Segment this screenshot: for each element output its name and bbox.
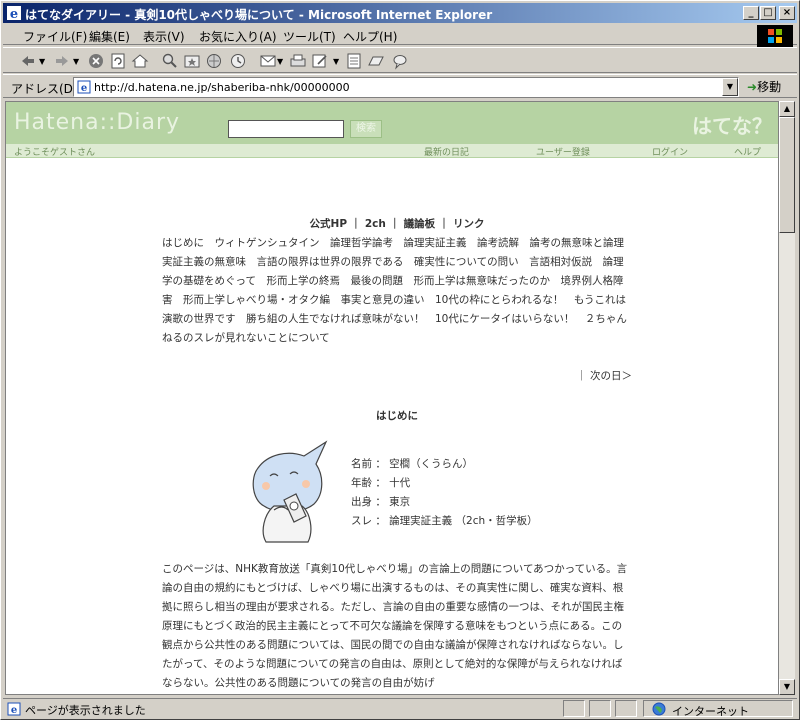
search-icon[interactable] <box>161 52 179 70</box>
window-title: はてなダイアリー - 真剣10代しゃべり場について - Microsoft In… <box>25 8 493 22</box>
welcome-text: ようこそゲストさん <box>14 148 96 158</box>
status-bar: e ページが表示されました インターネット <box>3 698 797 718</box>
page-icon: e <box>77 80 91 94</box>
home-icon[interactable] <box>131 52 149 70</box>
index-links[interactable]: 公式HP ｜ 2ch ｜ 議論板 ｜ リンク <box>162 216 632 231</box>
scroll-thumb[interactable] <box>779 117 795 233</box>
svg-text:e: e <box>10 7 18 21</box>
zone-panel: インターネット <box>643 700 793 718</box>
scroll-up-icon[interactable]: ▲ <box>779 101 795 117</box>
hatena-search-button[interactable]: 検索 <box>350 120 382 138</box>
menu-tools[interactable]: ツール(T) <box>283 28 336 45</box>
edit-icon[interactable] <box>311 52 329 70</box>
nav-latest-diary[interactable]: 最新の日記 <box>424 145 469 158</box>
menu-file[interactable]: ファイル(F) <box>23 28 87 45</box>
page-content: Hatena::Diary 検索 はてな？ ようこそゲストさん 最新の日記 ユー… <box>5 101 779 695</box>
media-icon[interactable] <box>205 52 223 70</box>
address-label: アドレス(D) <box>11 82 78 96</box>
go-button[interactable]: ➜移動 <box>747 78 781 95</box>
mail-icon[interactable] <box>259 52 277 70</box>
nav-user-register[interactable]: ユーザー登録 <box>536 145 590 158</box>
stop-icon[interactable] <box>87 52 105 70</box>
title-bar: e はてなダイアリー - 真剣10代しゃべり場について - Microsoft … <box>3 3 797 23</box>
nav-help[interactable]: ヘルプ <box>734 145 761 158</box>
profile-age: 年齢 ： 十代 <box>351 477 411 489</box>
status-panel-2 <box>589 700 611 717</box>
discuss-icon[interactable] <box>345 52 363 70</box>
messenger-icon[interactable] <box>391 52 409 70</box>
favorites-icon[interactable] <box>183 52 201 70</box>
hatena-logo-right[interactable]: はてな？ <box>692 110 772 139</box>
address-dropdown-icon[interactable]: ▼ <box>722 78 738 96</box>
toolbar: ▼ ▼ ▼ ▼ <box>3 47 797 73</box>
character-illustration <box>252 440 328 543</box>
status-text: ページが表示されました <box>25 704 146 717</box>
go-arrow-icon: ➜ <box>747 80 758 94</box>
address-url: http://d.hatena.ne.jp/shaberiba-nhk/0000… <box>94 81 350 94</box>
windows-logo <box>757 25 793 47</box>
close-button[interactable]: × <box>779 6 795 20</box>
nav-login[interactable]: ログイン <box>652 145 688 158</box>
scroll-down-icon[interactable]: ▼ <box>779 679 795 695</box>
topic-links[interactable]: はじめに ウィトゲンシュタイン 論理哲学論考 論理実証主義 論考読解 論考の無意… <box>162 234 632 348</box>
hatena-search-input[interactable] <box>228 120 344 138</box>
forward-icon[interactable] <box>53 52 71 70</box>
globe-icon <box>652 702 666 716</box>
profile-origin: 出身 ： 東京 <box>351 496 411 508</box>
svg-text:e: e <box>11 705 17 716</box>
menu-view[interactable]: 表示(V) <box>143 28 185 45</box>
status-panel-3 <box>615 700 637 717</box>
history-icon[interactable] <box>229 52 247 70</box>
hatena-diary-logo[interactable]: Hatena::Diary <box>14 110 180 135</box>
hatena-header: Hatena::Diary 検索 はてな？ <box>6 102 778 144</box>
address-bar: アドレス(D) e http://d.hatena.ne.jp/shaberib… <box>3 74 797 98</box>
ie-icon: e <box>7 6 21 21</box>
address-input[interactable]: e http://d.hatena.ne.jp/shaberiba-nhk/00… <box>73 77 739 97</box>
section-title: はじめに <box>376 410 418 422</box>
research-icon[interactable] <box>367 52 385 70</box>
windows-flag-icon <box>768 29 782 43</box>
zone-text: インターネット <box>672 705 749 718</box>
profile-name: 名前 ： 空櫚（くうらん） <box>351 458 473 470</box>
maximize-button[interactable]: □ <box>760 6 776 20</box>
svg-text:e: e <box>81 83 87 94</box>
page-done-icon: e <box>7 702 21 716</box>
print-icon[interactable] <box>289 52 307 70</box>
intro-paragraph: このページは、NHK教育放送「真剣10代しゃべり場」の言論上の問題についてあつか… <box>162 563 628 689</box>
hatena-nav: ようこそゲストさん 最新の日記 ユーザー登録 ログイン ヘルプ <box>6 144 778 158</box>
vertical-scrollbar[interactable]: ▲ ▼ <box>779 101 795 695</box>
menu-help[interactable]: ヘルプ(H) <box>343 28 397 45</box>
menu-favorites[interactable]: お気に入り(A) <box>199 28 277 45</box>
refresh-icon[interactable] <box>109 52 127 70</box>
back-icon[interactable] <box>19 52 37 70</box>
menu-bar: ファイル(F) 編集(E) 表示(V) お気に入り(A) ツール(T) ヘルプ(… <box>3 25 797 45</box>
menu-edit[interactable]: 編集(E) <box>89 28 130 45</box>
go-label: 移動 <box>757 80 782 94</box>
profile-thread: スレ ： 論理実証主義 （2ch・哲学板） <box>351 515 538 527</box>
status-panel-1 <box>563 700 585 717</box>
browser-window: e はてなダイアリー - 真剣10代しゃべり場について - Microsoft … <box>0 0 800 720</box>
next-day-link[interactable]: ｜ 次の日＞ <box>162 368 632 383</box>
minimize-button[interactable]: _ <box>743 6 759 20</box>
